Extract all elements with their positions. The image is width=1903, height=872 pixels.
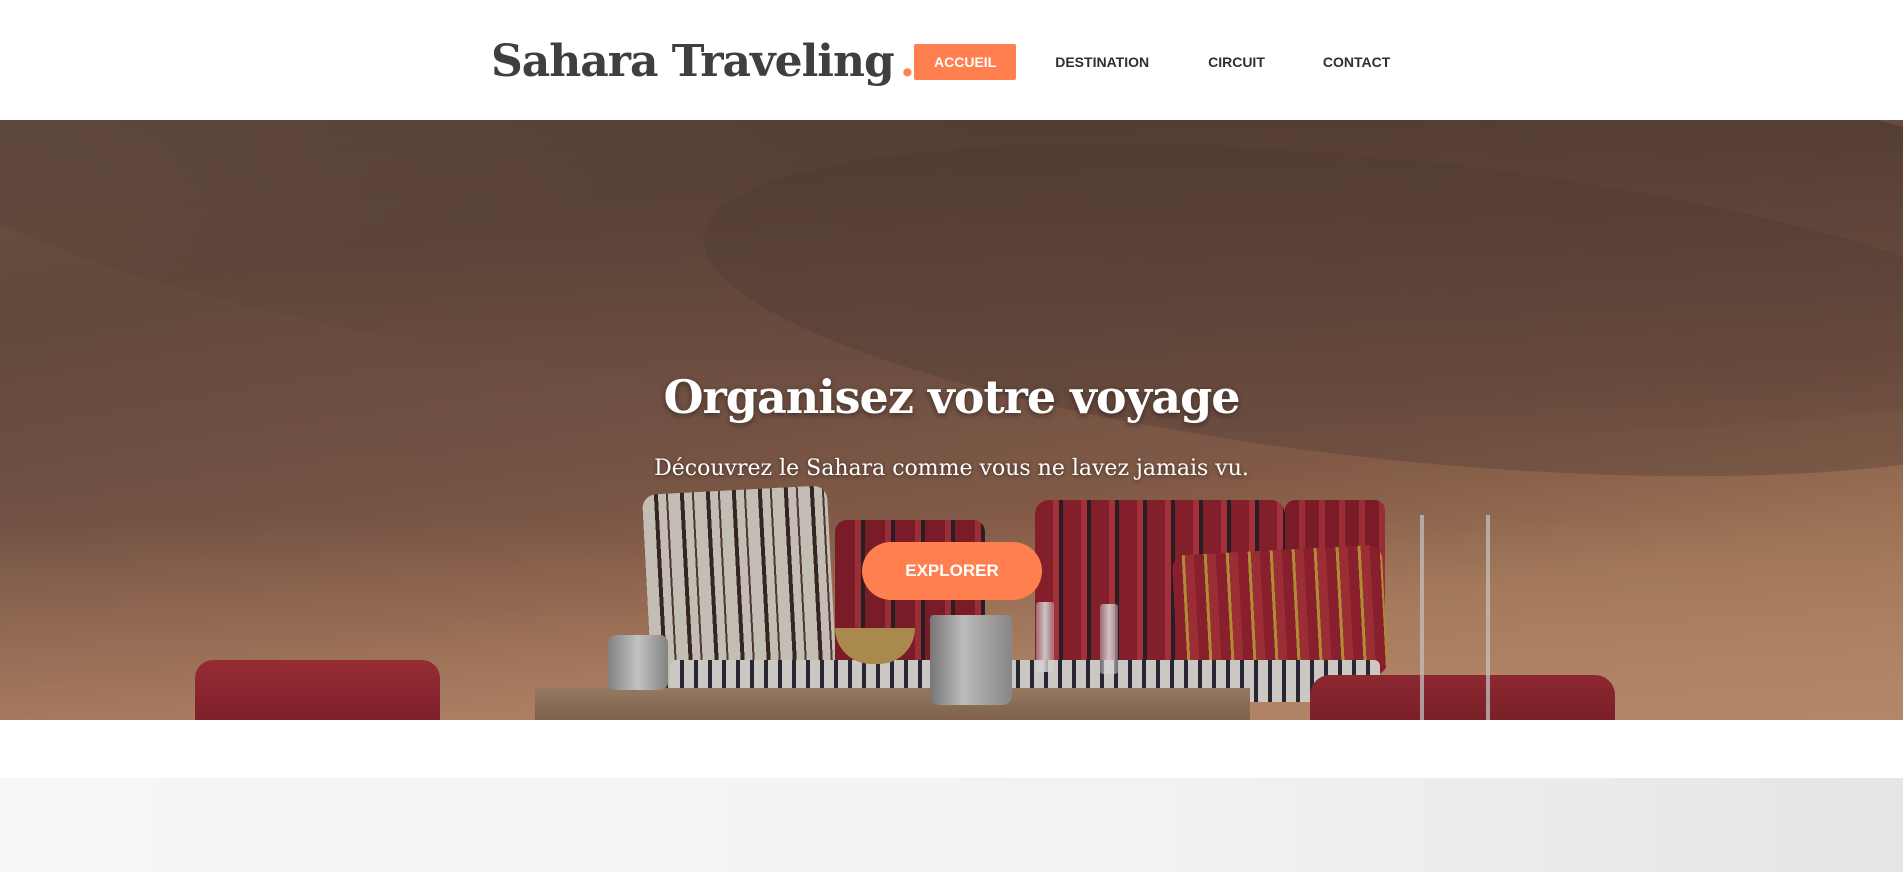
hero-subtitle: Découvrez le Sahara comme vous ne lavez … xyxy=(654,456,1249,481)
logo-text: Sahara Traveling xyxy=(491,36,895,87)
site-logo[interactable]: Sahara Traveling. xyxy=(491,36,915,87)
next-section xyxy=(0,778,1903,872)
main-nav: ACCUEIL DESTINATION CIRCUIT CONTACT xyxy=(914,44,1410,80)
site-header: Sahara Traveling. ACCUEIL DESTINATION CI… xyxy=(0,0,1903,120)
nav-item-destination[interactable]: DESTINATION xyxy=(1035,44,1169,80)
hero-banner: Organisez votre voyage Découvrez le Saha… xyxy=(0,120,1903,720)
logo-dot: . xyxy=(899,36,915,87)
hero-content: Organisez votre voyage Découvrez le Saha… xyxy=(0,120,1903,720)
nav-item-accueil[interactable]: ACCUEIL xyxy=(914,44,1017,80)
nav-item-contact[interactable]: CONTACT xyxy=(1303,44,1410,80)
hero-title: Organisez votre voyage xyxy=(663,370,1240,424)
nav-item-circuit[interactable]: CIRCUIT xyxy=(1188,44,1285,80)
explore-button[interactable]: EXPLORER xyxy=(862,542,1042,600)
